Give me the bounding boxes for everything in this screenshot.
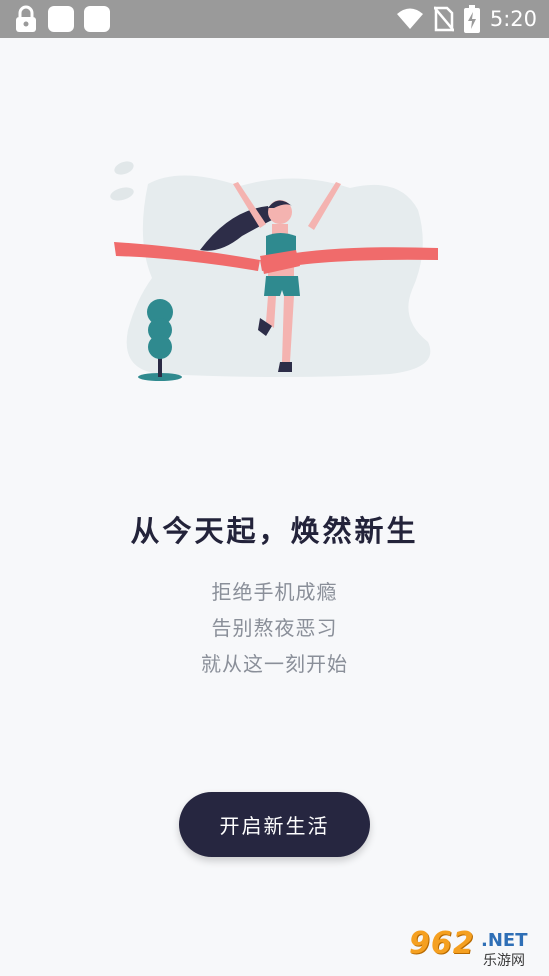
watermark-cn: 乐游网 — [483, 953, 525, 969]
tagline-list: 拒绝手机成瘾 告别熬夜恶习 就从这一刻开始 — [0, 574, 549, 682]
tagline-line: 拒绝手机成瘾 — [211, 580, 338, 604]
status-time: 5:20 — [489, 7, 537, 31]
start-new-life-button[interactable]: 开启新生活 — [179, 792, 370, 857]
lock-icon — [16, 5, 36, 32]
status-bar-right: 5:20 — [396, 5, 537, 33]
notification-square-icon — [48, 6, 74, 32]
finish-line-illustration — [110, 161, 438, 381]
page-title: 从今天起，焕然新生 — [130, 514, 419, 548]
leaf-icon — [110, 187, 134, 201]
watermark-number: 962 — [409, 926, 475, 961]
leaf-icon — [114, 161, 134, 175]
watermark-logo: 962 .NET 乐游网 — [403, 926, 543, 972]
tagline-line: 告别熬夜恶习 — [211, 616, 338, 640]
status-bar-left — [14, 5, 110, 33]
status-bar: 5:20 — [0, 0, 549, 38]
battery-charging-icon — [463, 5, 480, 33]
notification-square-icon — [84, 6, 110, 32]
watermark-suffix: .NET — [481, 930, 528, 951]
tagline-line: 就从这一刻开始 — [201, 652, 348, 676]
no-sim-icon — [433, 6, 454, 32]
wifi-icon — [396, 8, 423, 29]
